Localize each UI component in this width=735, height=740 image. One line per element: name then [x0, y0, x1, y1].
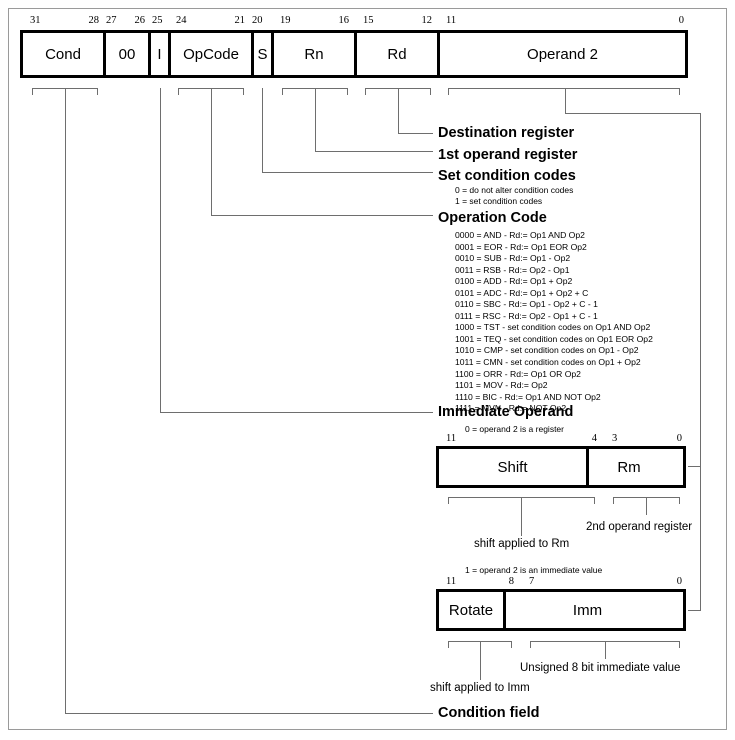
leader-rm-stem [646, 498, 647, 515]
label-1st-operand-register: 1st operand register [438, 147, 578, 163]
instruction-field-rn: Rn [274, 33, 357, 75]
page-frame-bottom [8, 729, 727, 730]
caption-2nd-operand-register: 2nd operand register [586, 521, 693, 533]
immediate-field-imm: Imm [506, 592, 669, 628]
instruction-field-operand-2: Operand 2 [440, 33, 685, 75]
label-operation-code: Operation Code [438, 210, 547, 226]
instruction-bit-0: 0 [678, 15, 684, 26]
instruction-field-s: S [254, 33, 274, 75]
note-operand2-is-immediate: 1 = operand 2 is an immediate value [465, 565, 603, 575]
instruction-bit-20: 20 [252, 15, 263, 26]
instruction-bit-11: 11 [446, 15, 457, 26]
leader-cond-across [65, 713, 433, 714]
instruction-field-rd: Rd [357, 33, 440, 75]
opcode-row-5: 0101 = ADC - Rd:= Op1 + Op2 + C [455, 287, 589, 298]
leader-operand2-across [565, 113, 701, 114]
leader-cond-stem [65, 89, 66, 714]
label-condition-field: Condition field [438, 705, 540, 721]
caption-shift-applied-to-rm: shift applied to Rm [474, 538, 570, 550]
leader-rd-stem [398, 89, 399, 134]
leader-imm-stem [605, 642, 606, 659]
instruction-field-00: 00 [106, 33, 151, 75]
opcode-row-2: 0010 = SUB - Rd:= Op1 - Op2 [455, 253, 571, 264]
leader-rd-across [398, 133, 433, 134]
set-condition-codes-value-1: 1 = set condition codes [455, 196, 543, 207]
leader-to-shift-box [688, 466, 701, 467]
opcode-row-7: 0111 = RSC - Rd:= Op2 - Op1 + C - 1 [455, 310, 598, 321]
arm-data-processing-instruction-diagram: 31 28 27 26 25 24 21 20 19 16 15 12 11 0 Cond 00 I OpCod… [0, 0, 735, 740]
leader-operand2-stem [565, 89, 566, 114]
leader-s-stem [262, 95, 263, 173]
opcode-table: 0000 = AND - Rd:= Op1 AND Op2 0001 = EOR … [455, 230, 653, 415]
instruction-bit-19: 19 [280, 15, 291, 26]
instruction-bit-16: 16 [338, 15, 350, 26]
instruction-bit-31: 31 [30, 15, 41, 26]
caption-shift-applied-to-imm: shift applied to Imm [430, 682, 530, 694]
set-condition-codes-value-0: 0 = do not alter condition codes [455, 185, 574, 195]
opcode-row-13: 1101 = MOV - Rd:= Op2 [455, 380, 548, 391]
label-set-condition-codes: Set condition codes [438, 168, 576, 184]
bracket-operand2 [448, 88, 680, 95]
label-destination-register: Destination register [438, 125, 575, 141]
leader-i-stem [160, 95, 161, 413]
immediate-bit-0: 0 [676, 576, 682, 587]
leader-opcode-across [211, 215, 433, 216]
opcode-row-14: 1110 = BIC - Rd:= Op1 AND NOT Op2 [455, 391, 601, 402]
leader-i-across [160, 412, 433, 413]
opcode-row-0: 0000 = AND - Rd:= Op1 AND Op2 [455, 230, 585, 240]
instruction-bit-12: 12 [421, 15, 433, 26]
immediate-operand-word: Rotate Imm [436, 589, 686, 631]
instruction-bit-27: 27 [106, 15, 117, 26]
main-instruction-word: Cond 00 I OpCode S Rn Rd Operand 2 [20, 30, 688, 78]
page-frame-left [8, 8, 9, 730]
page-frame-right [726, 8, 727, 730]
shift-bit-0: 0 [676, 433, 682, 444]
label-immediate-operand: Immediate Operand [438, 404, 574, 420]
opcode-row-9: 1001 = TEQ - set condition codes on Op1 … [455, 333, 653, 344]
leader-rotate-stem [480, 642, 481, 680]
leader-s-across [262, 172, 433, 173]
leader-rn-stem [315, 89, 316, 152]
instruction-field-i: I [151, 33, 171, 75]
instruction-bit-26: 26 [134, 15, 146, 26]
leader-to-imm-box [688, 610, 701, 611]
opcode-row-10: 1010 = CMP - set condition codes on Op1 … [455, 345, 639, 356]
caption-unsigned-8-bit-immediate-value: Unsigned 8 bit immediate value [520, 662, 681, 674]
leader-shift-stem [521, 498, 522, 536]
shift-field-shift: Shift [439, 449, 589, 485]
immediate-field-rotate: Rotate [439, 592, 506, 628]
opcode-row-1: 0001 = EOR - Rd:= Op1 EOR Op2 [455, 241, 587, 252]
shift-operand-word: Shift Rm [436, 446, 686, 488]
opcode-row-8: 1000 = TST - set condition codes on Op1 … [455, 322, 651, 333]
set-condition-codes-values: 0 = do not alter condition codes 1 = set … [455, 185, 573, 207]
shift-bit-11: 11 [446, 433, 457, 444]
leader-operand2-rail [700, 113, 701, 611]
opcode-row-12: 1100 = ORR - Rd:= Op1 OR Op2 [455, 368, 581, 379]
immediate-bit-11: 11 [446, 576, 457, 587]
opcode-row-11: 1011 = CMN - set condition codes on Op1 … [455, 357, 641, 368]
note-operand2-is-register: 0 = operand 2 is a register [465, 424, 564, 434]
tick-s-bit [262, 88, 263, 95]
instruction-bit-28: 28 [88, 15, 100, 26]
instruction-field-cond: Cond [23, 33, 106, 75]
immediate-bit-7: 7 [529, 576, 535, 587]
instruction-bit-21: 21 [234, 15, 246, 26]
opcode-row-3: 0011 = RSB - Rd:= Op2 - Op1 [455, 264, 570, 275]
opcode-row-6: 0110 = SBC - Rd:= Op1 - Op2 + C - 1 [455, 299, 598, 310]
page-frame-top [8, 8, 727, 9]
instruction-bit-24: 24 [176, 15, 187, 26]
opcode-row-4: 0100 = ADD - Rd:= Op1 + Op2 [455, 276, 573, 287]
instruction-bit-15: 15 [363, 15, 374, 26]
tick-i-bit [160, 88, 161, 95]
immediate-bit-8: 8 [508, 576, 514, 587]
shift-bit-3: 3 [612, 433, 618, 444]
leader-opcode-stem [211, 89, 212, 216]
leader-rn-across [315, 151, 433, 152]
shift-field-rm: Rm [589, 449, 669, 485]
instruction-bit-25: 25 [152, 15, 163, 26]
instruction-field-opcode: OpCode [171, 33, 254, 75]
shift-bit-4: 4 [591, 433, 597, 444]
